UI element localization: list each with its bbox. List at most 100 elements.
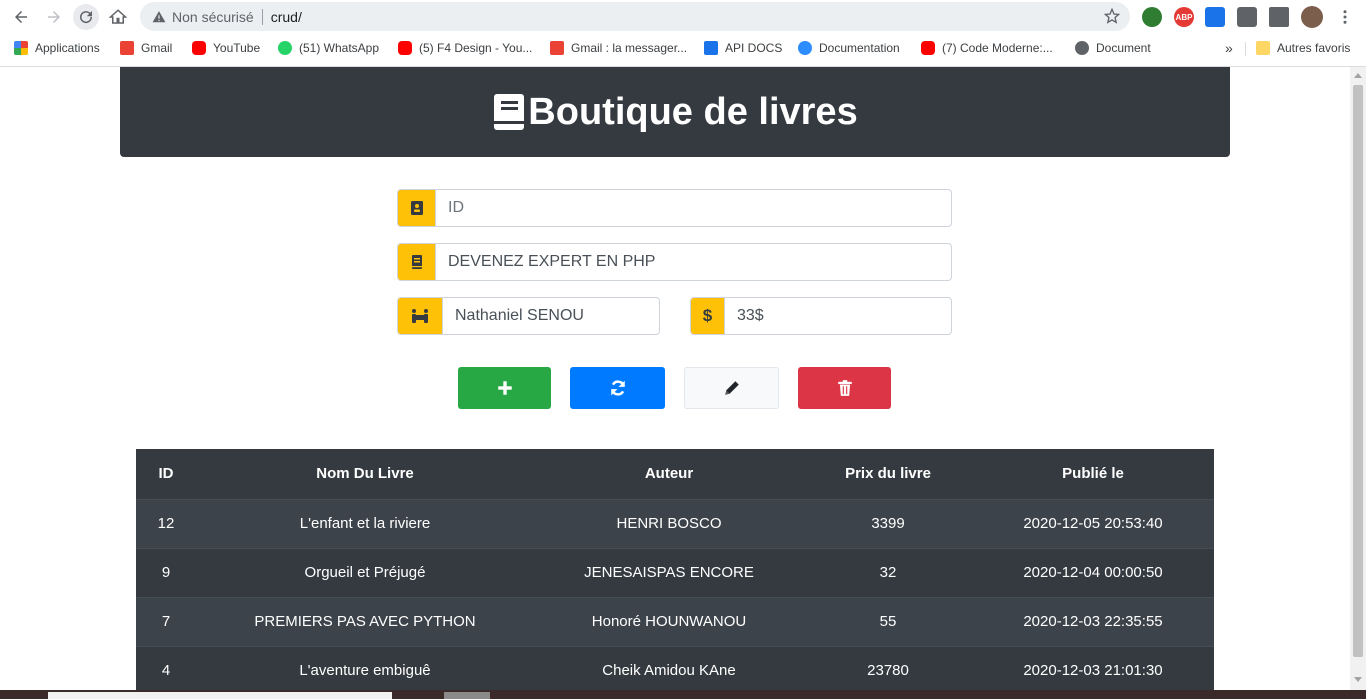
cell-author: Cheik Amidou KAne xyxy=(534,645,804,690)
gmail-icon xyxy=(120,41,134,55)
youtube-icon xyxy=(192,41,206,55)
dollar-icon: $ xyxy=(691,298,725,334)
delete-button[interactable] xyxy=(798,367,891,409)
more-bookmarks-chevron-icon[interactable]: » xyxy=(1225,40,1233,56)
url-text[interactable]: crud/ xyxy=(271,9,302,25)
add-button[interactable] xyxy=(458,367,551,409)
id-card-icon xyxy=(398,190,436,226)
browser-toolbar: Non sécurisé crud/ ABP xyxy=(0,0,1366,34)
cell-price: 32 xyxy=(804,547,972,597)
plus-icon xyxy=(497,381,512,395)
cell-author: HENRI BOSCO xyxy=(534,498,804,548)
warning-icon xyxy=(152,10,166,22)
table-row[interactable]: 7 PREMIERS PAS AVEC PYTHON Honoré HOUNWA… xyxy=(136,596,1214,646)
price-input[interactable] xyxy=(725,298,951,334)
cell-id: 7 xyxy=(136,596,196,646)
abp-extension-icon[interactable]: ABP xyxy=(1174,7,1194,27)
bookmark-item[interactable]: (51) WhatsApp xyxy=(278,40,379,56)
id-input[interactable] xyxy=(436,190,951,226)
table-row[interactable]: 9 Orgueil et Préjugé JENESAISPAS ENCORE … xyxy=(136,547,1214,597)
cell-published: 2020-12-05 20:53:40 xyxy=(972,498,1214,548)
browser-chrome: Non sécurisé crud/ ABP Applications Gmai… xyxy=(0,0,1366,67)
globe-extension-icon[interactable] xyxy=(1142,7,1162,27)
gmail-icon xyxy=(550,41,564,55)
horizontal-scrollbar[interactable] xyxy=(48,692,392,699)
cell-book-name: L'enfant et la riviere xyxy=(196,498,534,548)
apps-grid-icon xyxy=(14,41,28,55)
security-label: Non sécurisé xyxy=(172,8,254,25)
menu-dots-icon[interactable] xyxy=(1332,4,1358,30)
author-input[interactable] xyxy=(443,298,659,334)
price-field: $ xyxy=(690,297,952,335)
page-title: Boutique de livres xyxy=(492,91,858,134)
cell-book-name: PREMIERS PAS AVEC PYTHON xyxy=(196,596,534,646)
cell-published: 2020-12-03 21:01:30 xyxy=(972,645,1214,690)
cell-book-name: L'aventure embiguê xyxy=(196,645,534,690)
cell-published: 2020-12-04 00:00:50 xyxy=(972,547,1214,597)
refresh-button[interactable] xyxy=(570,367,665,409)
reading-list-icon[interactable] xyxy=(1269,7,1289,27)
table-row[interactable]: 4 L'aventure embiguê Cheik Amidou KAne 2… xyxy=(136,645,1214,690)
bookmarks-bar: Applications Gmail YouTube (51) WhatsApp… xyxy=(0,36,1366,60)
author-field xyxy=(397,297,660,335)
vertical-scrollbar[interactable] xyxy=(1350,67,1366,690)
back-arrow-icon[interactable] xyxy=(8,4,34,30)
graduation-cap-icon xyxy=(704,41,718,55)
id-field xyxy=(397,189,952,227)
bookmark-item[interactable]: Documentation xyxy=(798,40,900,56)
pencil-icon xyxy=(724,381,739,395)
bookmark-item[interactable]: Applications xyxy=(14,40,100,56)
youtube-icon xyxy=(398,41,412,55)
profile-avatar[interactable] xyxy=(1301,6,1323,28)
address-bar[interactable]: Non sécurisé crud/ xyxy=(140,2,1130,31)
bookmark-star-icon[interactable] xyxy=(1104,8,1120,24)
page-viewport: Boutique de livres $ xyxy=(0,67,1350,690)
scroll-down-arrow-icon[interactable] xyxy=(1354,677,1362,682)
cell-price: 55 xyxy=(804,596,972,646)
reload-icon[interactable] xyxy=(73,4,99,30)
forward-arrow-icon[interactable] xyxy=(41,4,67,30)
refresh-icon xyxy=(610,380,625,396)
table-row[interactable]: 12 L'enfant et la riviere HENRI BOSCO 33… xyxy=(136,498,1214,548)
whatsapp-icon xyxy=(278,41,292,55)
cell-author: Honoré HOUNWANOU xyxy=(534,596,804,646)
column-header-price: Prix du livre xyxy=(804,449,972,500)
table-header-row: ID Nom Du Livre Auteur Prix du livre Pub… xyxy=(136,449,1214,500)
globe-icon xyxy=(1075,41,1089,55)
home-icon[interactable] xyxy=(105,4,131,30)
bookmark-item[interactable]: Document xyxy=(1075,40,1151,56)
books-table: ID Nom Du Livre Auteur Prix du livre Pub… xyxy=(136,449,1214,690)
cell-id: 9 xyxy=(136,547,196,597)
book-icon xyxy=(398,244,436,280)
tab-extension-icon[interactable] xyxy=(1205,7,1225,27)
cell-price: 3399 xyxy=(804,498,972,548)
folder-icon xyxy=(1256,41,1270,55)
column-header-published: Publié le xyxy=(972,449,1214,500)
column-header-book-name: Nom Du Livre xyxy=(196,449,534,500)
horizontal-scrollbar-thumb[interactable] xyxy=(444,692,490,699)
bookmarks-divider xyxy=(1245,42,1246,56)
people-carry-icon xyxy=(398,298,443,334)
column-header-id: ID xyxy=(136,449,196,500)
extensions-puzzle-icon[interactable] xyxy=(1237,7,1257,27)
bookmark-item[interactable]: (7) Code Moderne:... xyxy=(921,40,1053,56)
bookmark-item[interactable]: Gmail xyxy=(120,40,172,56)
cell-id: 12 xyxy=(136,498,196,548)
cell-id: 4 xyxy=(136,645,196,690)
bookmark-item[interactable]: YouTube xyxy=(192,40,260,56)
edit-button[interactable] xyxy=(684,367,779,409)
scroll-up-arrow-icon[interactable] xyxy=(1354,73,1362,78)
bookmark-item[interactable]: API DOCS xyxy=(704,40,782,56)
trash-icon xyxy=(837,380,852,396)
bookmark-item[interactable]: Gmail : la messager... xyxy=(550,40,687,56)
bookmark-item[interactable]: (5) F4 Design - You... xyxy=(398,40,532,56)
book-name-field xyxy=(397,243,952,281)
cell-book-name: Orgueil et Préjugé xyxy=(196,547,534,597)
scrollbar-thumb[interactable] xyxy=(1353,85,1363,657)
cell-price: 23780 xyxy=(804,645,972,690)
other-bookmarks-folder[interactable]: Autres favoris xyxy=(1256,40,1350,56)
bottom-strip xyxy=(0,690,1366,699)
books-table-container: ID Nom Du Livre Auteur Prix du livre Pub… xyxy=(136,449,1214,690)
book-name-input[interactable] xyxy=(436,244,951,280)
omnibox-divider xyxy=(261,8,263,25)
